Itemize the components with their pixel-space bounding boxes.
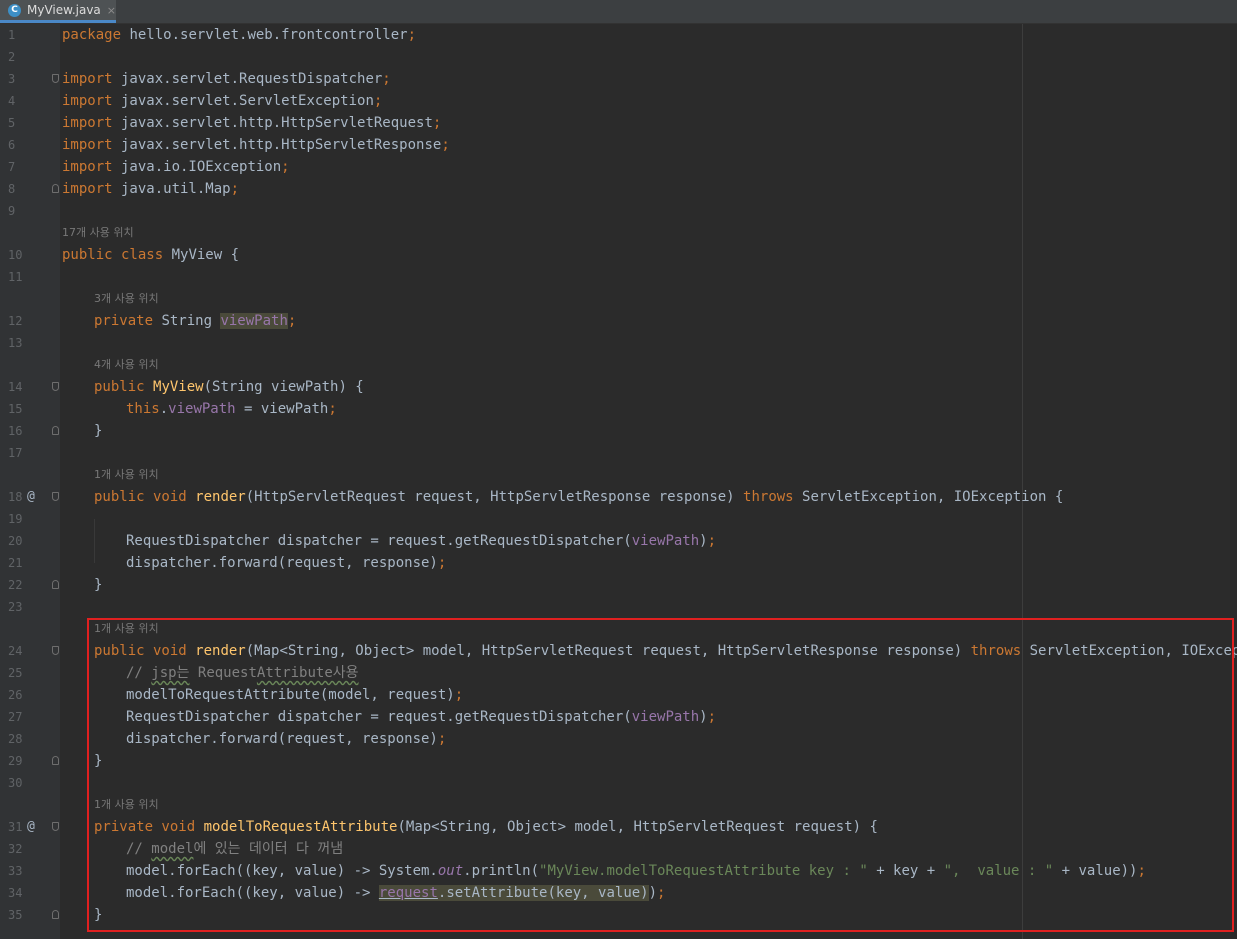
line-number: 6 — [8, 138, 16, 152]
line-number: 9 — [8, 204, 16, 218]
line-number: 23 — [8, 600, 23, 614]
code-line: 35 } — [0, 904, 1237, 926]
code-line: 33 model.forEach((key, value) -> System.… — [0, 860, 1237, 882]
code-line: 24 public void render(Map<String, Object… — [0, 640, 1237, 662]
line-number: 11 — [8, 270, 23, 284]
fold-icon[interactable] — [52, 580, 59, 589]
usage-hint-line: 17개 사용 위치 — [0, 222, 1237, 244]
usage-hint-line: 1개 사용 위치 — [0, 618, 1237, 640]
line-number: 30 — [8, 776, 23, 790]
usage-hint-line: 4개 사용 위치 — [0, 354, 1237, 376]
usage-hint[interactable]: 3개 사용 위치 — [94, 288, 159, 310]
fold-icon[interactable] — [52, 646, 59, 655]
code-line: 1 package hello.servlet.web.frontcontrol… — [0, 24, 1237, 46]
code-line: 4 import javax.servlet.ServletException; — [0, 90, 1237, 112]
line-number: 13 — [8, 336, 23, 350]
code-line: 21 dispatcher.forward(request, response)… — [0, 552, 1237, 574]
tab-myview-java[interactable]: C MyView.java × — [0, 0, 116, 23]
usage-hint-line: 1개 사용 위치 — [0, 464, 1237, 486]
override-icon[interactable]: @ — [27, 486, 35, 508]
close-icon[interactable]: × — [107, 4, 116, 17]
code-line: 14 public MyView(String viewPath) { — [0, 376, 1237, 398]
line-number: 21 — [8, 556, 23, 570]
usage-hint[interactable]: 1개 사용 위치 — [94, 794, 159, 816]
code-line: 18 @ public void render(HttpServletReque… — [0, 486, 1237, 508]
usage-hint-line: 1개 사용 위치 — [0, 794, 1237, 816]
code-line: 5 import javax.servlet.http.HttpServletR… — [0, 112, 1237, 134]
code-line: 28 dispatcher.forward(request, response)… — [0, 728, 1237, 750]
code-line: 27 RequestDispatcher dispatcher = reques… — [0, 706, 1237, 728]
line-number: 28 — [8, 732, 23, 746]
line-number: 26 — [8, 688, 23, 702]
line-number: 20 — [8, 534, 23, 548]
code-line: 8 import java.util.Map; — [0, 178, 1237, 200]
line-number: 22 — [8, 578, 23, 592]
usage-hint[interactable]: 4개 사용 위치 — [94, 354, 159, 376]
code-line: 22 } — [0, 574, 1237, 596]
line-number: 3 — [8, 72, 16, 86]
code-line: 6 import javax.servlet.http.HttpServletR… — [0, 134, 1237, 156]
line-number: 25 — [8, 666, 23, 680]
line-number: 19 — [8, 512, 23, 526]
code-line: 10 public class MyView { — [0, 244, 1237, 266]
fold-icon[interactable] — [52, 822, 59, 831]
line-number: 5 — [8, 116, 16, 130]
fold-icon[interactable] — [52, 382, 59, 391]
code-line: 3 import javax.servlet.RequestDispatcher… — [0, 68, 1237, 90]
line-number: 33 — [8, 864, 23, 878]
override-icon[interactable]: @ — [27, 816, 35, 838]
code-line: 31 @ private void modelToRequestAttribut… — [0, 816, 1237, 838]
line-number: 27 — [8, 710, 23, 724]
java-class-icon: C — [8, 3, 21, 17]
line-number: 32 — [8, 842, 23, 856]
tab-filename: MyView.java — [26, 3, 101, 17]
line-number: 15 — [8, 402, 23, 416]
editor-tab-bar: C MyView.java × — [0, 0, 1237, 24]
fold-icon[interactable] — [52, 492, 59, 501]
code-line: 29 } — [0, 750, 1237, 772]
line-number: 16 — [8, 424, 23, 438]
line-number: 7 — [8, 160, 16, 174]
code-editor[interactable]: 1 package hello.servlet.web.frontcontrol… — [0, 24, 1237, 939]
code-line: 12 private String viewPath; — [0, 310, 1237, 332]
line-number: 31 — [8, 820, 23, 834]
code-line: 7 import java.io.IOException; — [0, 156, 1237, 178]
line-number: 12 — [8, 314, 23, 328]
code-line: 32 // model에 있는 데이터 다 꺼냄 — [0, 838, 1237, 860]
fold-icon[interactable] — [52, 756, 59, 765]
line-number: 4 — [8, 94, 16, 108]
line-number: 29 — [8, 754, 23, 768]
fold-icon[interactable] — [52, 74, 59, 83]
line-number: 1 — [8, 28, 16, 42]
line-number: 14 — [8, 380, 23, 394]
code-line: 16 } — [0, 420, 1237, 442]
code-text: package hello.servlet.web.frontcontrolle… — [62, 27, 417, 43]
line-number: 8 — [8, 182, 16, 196]
code-line: 15 this.viewPath = viewPath; — [0, 398, 1237, 420]
fold-icon[interactable] — [52, 910, 59, 919]
code-line: 20 RequestDispatcher dispatcher = reques… — [0, 530, 1237, 552]
code-line: 26 modelToRequestAttribute(model, reques… — [0, 684, 1237, 706]
line-number: 17 — [8, 446, 23, 460]
usage-hint[interactable]: 1개 사용 위치 — [94, 618, 159, 640]
line-number: 24 — [8, 644, 23, 658]
code-line: 25 // jsp는 RequestAttribute사용 — [0, 662, 1237, 684]
code-line: 34 model.forEach((key, value) -> request… — [0, 882, 1237, 904]
line-number: 35 — [8, 908, 23, 922]
line-number: 18 — [8, 490, 23, 504]
usage-hint[interactable]: 1개 사용 위치 — [94, 464, 159, 486]
fold-icon[interactable] — [52, 426, 59, 435]
line-number: 2 — [8, 50, 16, 64]
usage-hint-line: 3개 사용 위치 — [0, 288, 1237, 310]
fold-icon[interactable] — [52, 184, 59, 193]
line-number: 34 — [8, 886, 23, 900]
line-number: 10 — [8, 248, 23, 262]
usage-hint[interactable]: 17개 사용 위치 — [62, 222, 134, 244]
